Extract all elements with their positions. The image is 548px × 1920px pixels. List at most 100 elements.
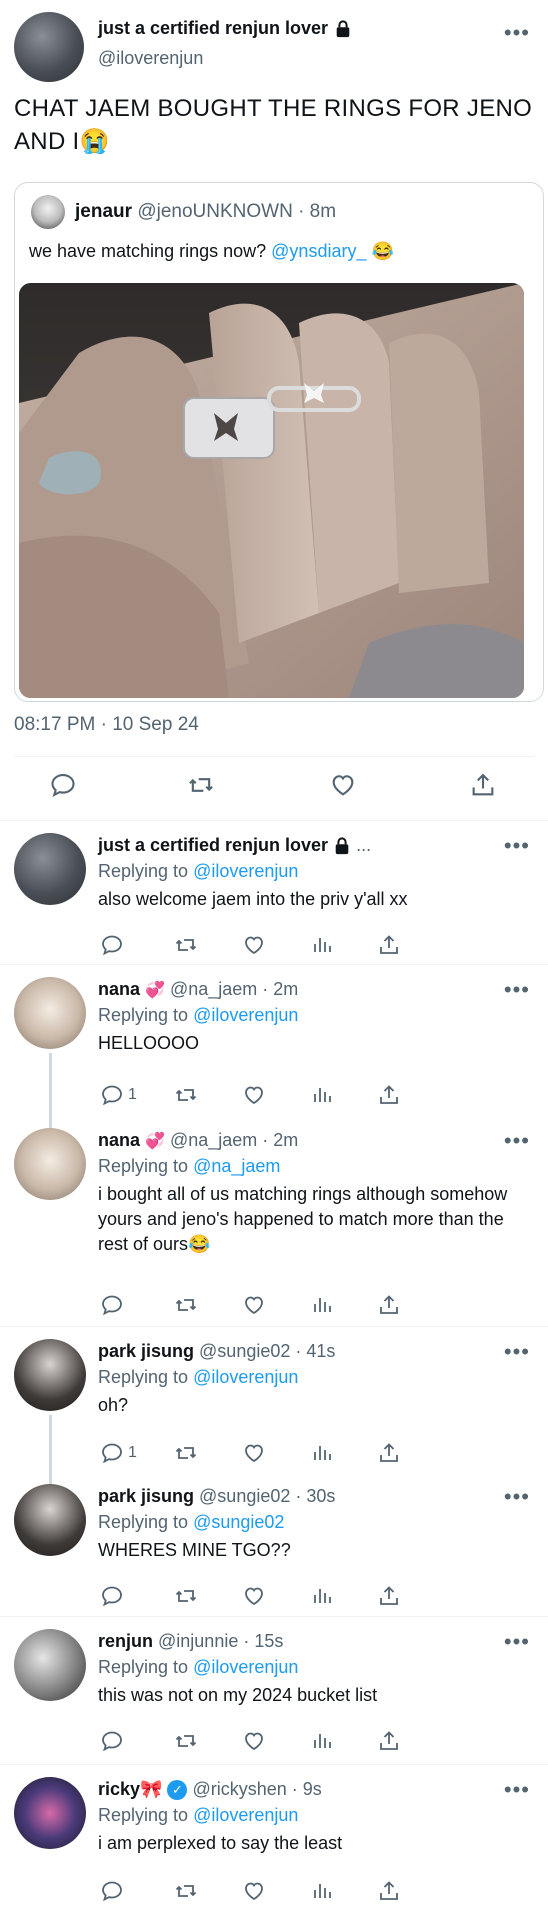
share-icon[interactable]: [375, 1439, 403, 1467]
reply-icon[interactable]: [98, 1291, 126, 1319]
replying-to: Replying to @iloverenjun: [98, 1657, 298, 1678]
reply-text: HELLOOOO: [98, 1033, 200, 1053]
views-icon[interactable]: [308, 1582, 336, 1610]
reply-display-name[interactable]: nana: [98, 979, 140, 1000]
more-icon[interactable]: •••: [504, 22, 530, 44]
like-icon[interactable]: [240, 931, 268, 959]
views-icon[interactable]: [308, 1439, 336, 1467]
quote-display-name[interactable]: jenaur: [75, 201, 132, 222]
reply-tweet[interactable]: park jisung @sungie02 · 30s ••• Replying…: [0, 1472, 548, 1616]
quoted-tweet[interactable]: jenaur @jenoUNKNOWN · 8m we have matchin…: [14, 182, 544, 702]
reply-tweet[interactable]: nana 💞 @na_jaem · 2m ••• Replying to @il…: [0, 964, 548, 1117]
thread-line: [49, 1116, 52, 1128]
reply-display-name[interactable]: ricky🎀: [98, 1779, 162, 1800]
like-icon[interactable]: [328, 770, 358, 800]
reply-display-name[interactable]: just a certified renjun lover: [98, 835, 328, 856]
reply-icon[interactable]: [98, 1877, 126, 1905]
reply-tweet[interactable]: nana 💞 @na_jaem · 2m ••• Replying to @na…: [0, 1116, 548, 1326]
retweet-icon[interactable]: [172, 1291, 200, 1319]
reply-tweet[interactable]: park jisung @sungie02 · 41s ••• Replying…: [0, 1326, 548, 1473]
reply-avatar[interactable]: [14, 1777, 86, 1849]
quote-mention-link[interactable]: @ynsdiary_: [271, 241, 366, 261]
like-icon[interactable]: [240, 1439, 268, 1467]
more-icon[interactable]: •••: [504, 1130, 530, 1152]
reply-avatar[interactable]: [14, 1128, 86, 1200]
author-avatar[interactable]: [14, 12, 84, 82]
reply-icon[interactable]: [98, 1081, 126, 1109]
share-icon[interactable]: [375, 1582, 403, 1610]
author-handle[interactable]: @iloverenjun: [98, 48, 203, 69]
replying-to-link[interactable]: @na_jaem: [193, 1156, 280, 1176]
retweet-icon[interactable]: [172, 1727, 200, 1755]
share-icon[interactable]: [375, 931, 403, 959]
more-icon[interactable]: •••: [504, 1779, 530, 1801]
share-icon[interactable]: [375, 1291, 403, 1319]
share-icon[interactable]: [375, 1081, 403, 1109]
reply-display-name[interactable]: park jisung: [98, 1341, 194, 1362]
reply-tweet[interactable]: renjun @injunnie · 15s ••• Replying to @…: [0, 1616, 548, 1764]
share-icon[interactable]: [468, 770, 498, 800]
reply-display-name[interactable]: park jisung: [98, 1486, 194, 1507]
views-icon[interactable]: [308, 1877, 336, 1905]
more-icon[interactable]: •••: [504, 835, 530, 857]
reply-text: i bought all of us matching rings althou…: [98, 1184, 508, 1254]
author-name-line[interactable]: just a certified renjun lover: [98, 18, 352, 39]
replying-to-link[interactable]: @iloverenjun: [193, 1657, 298, 1677]
more-icon[interactable]: •••: [504, 1631, 530, 1653]
author-display-name[interactable]: just a certified renjun lover: [98, 18, 328, 39]
reply-display-name[interactable]: nana: [98, 1130, 140, 1151]
reply-text: also welcome jaem into the priv y'all xx: [98, 889, 408, 909]
retweet-icon[interactable]: [172, 1877, 200, 1905]
replying-to-prefix: Replying to: [98, 861, 189, 881]
replying-to-link[interactable]: @iloverenjun: [193, 1805, 298, 1825]
reply-display-name[interactable]: renjun: [98, 1631, 153, 1652]
views-icon[interactable]: [308, 1081, 336, 1109]
retweet-icon[interactable]: [172, 1439, 200, 1467]
reply-avatar[interactable]: [14, 1484, 86, 1556]
reply-icon[interactable]: [98, 1582, 126, 1610]
quote-photo[interactable]: [19, 283, 524, 698]
reply-icon[interactable]: [48, 770, 78, 800]
reply-tweet[interactable]: just a certified renjun lover ... ••• Re…: [0, 820, 548, 964]
replying-to-prefix: Replying to: [98, 1657, 189, 1677]
reply-header: park jisung @sungie02 · 30s: [98, 1486, 335, 1507]
more-icon[interactable]: •••: [504, 1341, 530, 1363]
replying-to-link[interactable]: @iloverenjun: [193, 1005, 298, 1025]
replying-to-prefix: Replying to: [98, 1156, 189, 1176]
reply-tweet[interactable]: ricky🎀 ✓ @rickyshen · 9s ••• Replying to…: [0, 1764, 548, 1920]
share-icon[interactable]: [375, 1727, 403, 1755]
reply-avatar[interactable]: [14, 977, 86, 1049]
more-icon[interactable]: •••: [504, 979, 530, 1001]
like-icon[interactable]: [240, 1291, 268, 1319]
more-icon[interactable]: •••: [504, 1486, 530, 1508]
reply-avatar[interactable]: [14, 833, 86, 905]
retweet-icon[interactable]: [172, 931, 200, 959]
reply-avatar[interactable]: [14, 1629, 86, 1701]
thread-line: [49, 1053, 52, 1117]
like-icon[interactable]: [240, 1081, 268, 1109]
reply-avatar[interactable]: [14, 1339, 86, 1411]
replying-to-prefix: Replying to: [98, 1367, 189, 1387]
replying-to-link[interactable]: @iloverenjun: [193, 1367, 298, 1387]
retweet-icon[interactable]: [186, 770, 216, 800]
share-icon[interactable]: [375, 1877, 403, 1905]
like-icon[interactable]: [240, 1582, 268, 1610]
reply-meta: @sungie02 · 30s: [199, 1486, 336, 1506]
like-icon[interactable]: [240, 1727, 268, 1755]
replying-to-link[interactable]: @iloverenjun: [193, 861, 298, 881]
reply-meta: @na_jaem · 2m: [169, 979, 299, 999]
replying-to-link[interactable]: @sungie02: [193, 1512, 284, 1532]
views-icon[interactable]: [308, 931, 336, 959]
quote-avatar[interactable]: [31, 195, 65, 229]
reply-icon[interactable]: [98, 1727, 126, 1755]
retweet-icon[interactable]: [172, 1081, 200, 1109]
like-icon[interactable]: [240, 1877, 268, 1905]
reply-meta: @rickyshen · 9s: [192, 1779, 322, 1799]
reply-icon[interactable]: [98, 1439, 126, 1467]
views-icon[interactable]: [308, 1291, 336, 1319]
views-icon[interactable]: [308, 1727, 336, 1755]
tweet-timestamp[interactable]: 08:17 PM · 10 Sep 24: [14, 714, 199, 736]
reply-action-bar: [98, 1877, 498, 1907]
retweet-icon[interactable]: [172, 1582, 200, 1610]
reply-icon[interactable]: [98, 931, 126, 959]
